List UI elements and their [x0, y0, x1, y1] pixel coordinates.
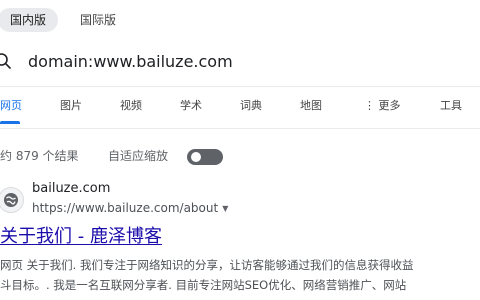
search-icon[interactable] — [0, 52, 12, 70]
tab-tools[interactable]: 工具 — [440, 96, 462, 116]
result-title-link[interactable]: 关于我们 - 鹿泽博客 — [0, 224, 162, 250]
tab-dictionary[interactable]: 词典 — [240, 96, 262, 116]
toggle-knob — [191, 152, 201, 162]
tab-more[interactable]: ⋮ 更多 — [364, 96, 401, 116]
adaptive-zoom-label: 自适应缩放 — [108, 149, 169, 163]
active-tab-indicator — [0, 121, 20, 124]
region-tab-domestic[interactable]: 国内版 — [0, 8, 59, 32]
nav-tabs: 网页 图片 视频 学术 词典 地图 ⋮ 更多 工具 — [0, 96, 480, 124]
tab-academic[interactable]: 学术 — [180, 96, 202, 116]
tab-web[interactable]: 网页 — [0, 96, 22, 116]
tab-maps[interactable]: 地图 — [300, 96, 322, 116]
adaptive-zoom-toggle[interactable] — [187, 149, 223, 165]
tab-videos[interactable]: 视频 — [120, 96, 142, 116]
divider — [0, 86, 480, 87]
divider — [0, 128, 480, 129]
result-snippet-line: 斗目标。. 我是一名互联网分享者. 目前专注网站SEO优化、网络营销推广、网站 — [0, 278, 407, 292]
result-count: 约 879 个结果 — [0, 149, 79, 163]
result-site-name[interactable]: bailuze.com — [32, 180, 110, 198]
result-url[interactable]: https://www.bailuze.com/about ▼ — [32, 199, 228, 218]
search-box[interactable]: domain:www.bailuze.com — [0, 44, 480, 80]
search-input[interactable]: domain:www.bailuze.com — [28, 50, 233, 74]
region-tabs: 国内版 国际版 — [0, 8, 480, 34]
region-tab-international[interactable]: 国际版 — [68, 8, 128, 32]
tab-images[interactable]: 图片 — [60, 96, 82, 116]
chevron-down-icon[interactable]: ▼ — [222, 200, 228, 218]
result-url-text[interactable]: https://www.bailuze.com/about — [32, 201, 218, 215]
site-favicon-icon[interactable] — [0, 187, 24, 213]
result-snippet-line: 网页 关于我们. 我们专注于网络知识的分享，让访客能够通过我们的信息获得收益 — [0, 258, 414, 272]
